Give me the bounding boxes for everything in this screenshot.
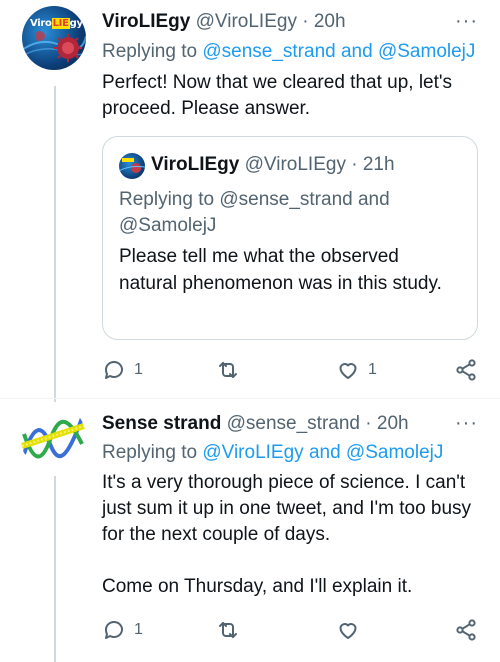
tweet-header: Sense strand @sense_strand · 20h bbox=[102, 412, 409, 436]
reply-icon bbox=[104, 361, 123, 379]
replying-prefix: Replying to bbox=[102, 442, 203, 463]
action-bar: 1 1 bbox=[102, 356, 480, 384]
share-icon bbox=[456, 619, 476, 641]
like-count: 1 bbox=[368, 361, 377, 378]
tweet-header: ViroLIEgy @ViroLIEgy · 20h bbox=[102, 10, 346, 34]
like-icon bbox=[339, 623, 357, 639]
retweet-icon bbox=[219, 622, 237, 638]
retweet-icon bbox=[219, 362, 237, 378]
tweet-paragraph: It's a very thorough piece of science. I… bbox=[102, 472, 472, 545]
like-button[interactable]: 1 bbox=[336, 356, 377, 384]
quote-header: ViroLIEgy @ViroLIEgy · 21h bbox=[151, 153, 395, 177]
more-icon[interactable]: ··· bbox=[455, 10, 478, 33]
share-button[interactable] bbox=[454, 356, 478, 384]
action-bar: 1 bbox=[102, 616, 480, 644]
avatar bbox=[119, 153, 145, 179]
divider bbox=[0, 398, 500, 399]
user-handle: @ViroLIEgy bbox=[244, 154, 346, 175]
separator: · bbox=[351, 154, 358, 175]
replying-to: Replying to @ViroLIEgy and @SamolejJ bbox=[102, 441, 443, 465]
quote-text: Please tell me what the observed natural… bbox=[119, 246, 442, 294]
reply-count: 1 bbox=[134, 361, 143, 378]
replying-mentions[interactable]: @ViroLIEgy and @SamolejJ bbox=[202, 442, 443, 463]
more-icon[interactable]: ··· bbox=[455, 412, 478, 435]
user-handle[interactable]: @sense_strand bbox=[227, 413, 360, 434]
reply-icon bbox=[104, 621, 123, 639]
quoted-tweet[interactable]: ViroLIEgy @ViroLIEgy · 21h Replying to @… bbox=[102, 136, 478, 340]
like-icon bbox=[339, 363, 357, 379]
replying-prefix: Replying to bbox=[102, 41, 203, 62]
display-name: ViroLIEgy bbox=[151, 154, 240, 175]
separator: · bbox=[365, 413, 372, 434]
avatar[interactable]: ViroLIEgy bbox=[22, 6, 86, 70]
reply-button[interactable]: 1 bbox=[102, 356, 143, 384]
display-name[interactable]: Sense strand bbox=[102, 413, 221, 434]
tweet[interactable]: ViroLIEgy ViroLIEgy @ViroLIEgy · 20h ···… bbox=[0, 0, 500, 395]
virus-avatar-icon bbox=[22, 31, 86, 62]
replying-to: Replying to @sense_strand and @SamolejJ bbox=[102, 40, 475, 64]
tweet[interactable]: Sense strand @sense_strand · 20h ··· Rep… bbox=[0, 400, 500, 662]
retweet-button[interactable] bbox=[216, 616, 248, 644]
timestamp[interactable]: 20h bbox=[314, 11, 346, 32]
replying-mentions[interactable]: @sense_strand and @SamolejJ bbox=[202, 41, 475, 62]
user-handle[interactable]: @ViroLIEgy bbox=[196, 11, 297, 32]
tweet-text: Perfect! Now that we cleared that up, le… bbox=[102, 72, 453, 119]
reply-count: 1 bbox=[134, 621, 143, 638]
tweet-paragraph: Come on Thursday, and I'll explain it. bbox=[102, 576, 413, 597]
replying-to: Replying to @sense_strand and @SamolejJ bbox=[119, 189, 390, 236]
virus-avatar-icon bbox=[119, 158, 145, 173]
share-button[interactable] bbox=[454, 616, 478, 644]
timestamp[interactable]: 20h bbox=[377, 413, 409, 434]
display-name[interactable]: ViroLIEgy bbox=[102, 11, 190, 32]
share-icon bbox=[456, 359, 476, 381]
like-button[interactable] bbox=[336, 616, 368, 644]
avatar-logo: ViroLIEgy bbox=[30, 18, 83, 29]
separator: · bbox=[302, 11, 309, 32]
retweet-button[interactable] bbox=[216, 356, 248, 384]
reply-button[interactable]: 1 bbox=[102, 616, 143, 644]
timestamp: 21h bbox=[362, 154, 395, 175]
tweet-text: It's a very thorough piece of science. I… bbox=[102, 470, 482, 600]
